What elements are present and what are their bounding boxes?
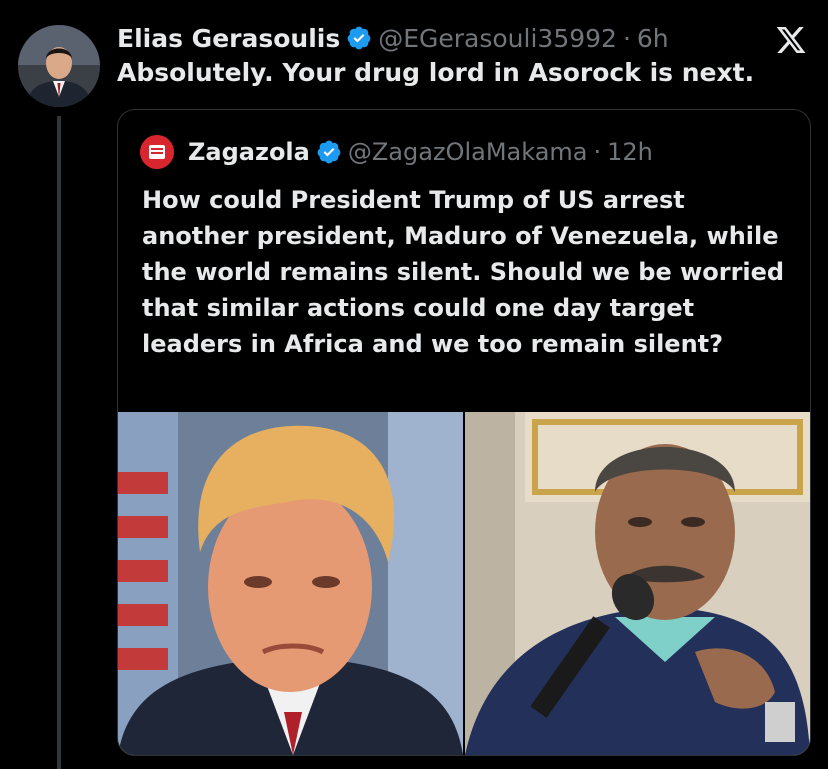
verified-badge-icon: [346, 25, 372, 51]
media-photo-left[interactable]: [118, 412, 463, 755]
separator-dot: ·: [622, 23, 631, 53]
tweet-time[interactable]: 6h: [637, 24, 669, 53]
quoted-author-handle[interactable]: @ZagazOlaMakama: [348, 138, 588, 166]
quoted-author-avatar[interactable]: [140, 135, 174, 169]
verified-badge-icon: [316, 139, 342, 165]
author-avatar-image: [18, 25, 100, 107]
x-logo-icon[interactable]: [775, 24, 807, 56]
media-photo-right[interactable]: [465, 412, 810, 755]
quoted-author-name[interactable]: Zagazola: [188, 138, 310, 166]
tweet-page: Elias Gerasoulis @EGerasouli35992 · 6h A…: [0, 0, 828, 769]
author-handle[interactable]: @EGerasouli35992: [378, 24, 617, 53]
quoted-tweet-time[interactable]: 12h: [607, 138, 653, 166]
author-avatar[interactable]: [18, 25, 100, 107]
thread-line: [57, 116, 61, 769]
tweet-text: Absolutely. Your drug lord in Asorock is…: [117, 58, 755, 87]
portrait-photo-right: [465, 412, 810, 755]
tweet-header: Elias Gerasoulis @EGerasouli35992 · 6h: [117, 20, 669, 56]
quoted-tweet-text: How could President Trump of US arrest a…: [142, 186, 785, 358]
quoted-tweet-header: Zagazola @ZagazOlaMakama · 12h: [140, 134, 653, 170]
quoted-tweet-card[interactable]: Zagazola @ZagazOlaMakama · 12h How could…: [117, 109, 811, 756]
quoted-tweet-media[interactable]: [118, 412, 810, 755]
portrait-photo-left: [118, 412, 463, 755]
separator-dot: ·: [593, 138, 602, 166]
author-name[interactable]: Elias Gerasoulis: [117, 24, 340, 53]
